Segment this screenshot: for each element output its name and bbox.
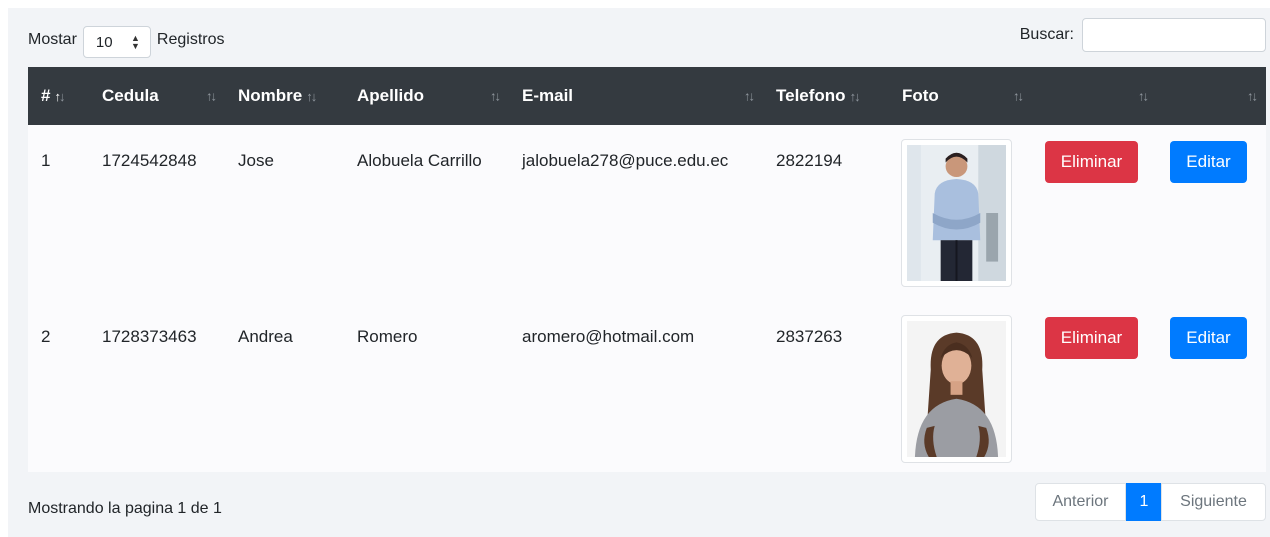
cell-id: 1 — [41, 151, 51, 170]
sort-icon: ↑↓ — [206, 88, 217, 104]
col-header-id[interactable]: # ↑↓ — [28, 67, 89, 125]
cell-email: aromero@hotmail.com — [522, 327, 695, 346]
delete-button[interactable]: Eliminar — [1045, 141, 1138, 183]
col-header-cedula[interactable]: Cedula ↑↓ — [89, 67, 225, 125]
records-per-page-value: 10 — [95, 33, 113, 51]
cell-id: 2 — [41, 327, 51, 346]
user-photo — [901, 315, 1012, 463]
select-arrows-icon: ▲ ▼ — [130, 33, 140, 51]
cell-foto — [889, 125, 1032, 301]
cell-edit: Editar — [1157, 125, 1266, 301]
users-table: # ↑↓ Cedula ↑↓ Nombre ↑↓ Apellido ↑↓ E-m… — [28, 67, 1266, 472]
sort-icon: ↑↓ — [490, 88, 501, 104]
col-header-nombre[interactable]: Nombre ↑↓ — [225, 67, 344, 125]
cell-nombre: Jose — [238, 151, 274, 170]
edit-button[interactable]: Editar — [1170, 141, 1247, 183]
length-prefix-label: Mostar — [28, 31, 77, 48]
cell-telefono: 2822194 — [776, 151, 843, 170]
man-portrait-image — [907, 145, 1006, 281]
col-header-delete[interactable]: ↑↓ — [1032, 67, 1157, 125]
length-suffix-label: Registros — [156, 31, 225, 48]
sort-icon: ↑↓ — [849, 88, 861, 104]
cell-edit: Editar — [1157, 301, 1266, 472]
cell-apellido: Alobuela Carrillo — [357, 151, 482, 170]
woman-portrait-image — [907, 321, 1006, 457]
sort-icon: ↑↓ — [1138, 88, 1149, 104]
col-header-foto[interactable]: Foto ↑↓ — [889, 67, 1032, 125]
cell-delete: Eliminar — [1032, 301, 1157, 472]
pagination-page-1[interactable]: 1 — [1126, 483, 1162, 521]
table-body: 1 1724542848 Jose Alobuela Carrillo jalo… — [28, 125, 1266, 472]
sort-icon: ↑↓ — [1013, 88, 1024, 104]
search-input[interactable] — [1082, 18, 1266, 52]
table-header: # ↑↓ Cedula ↑↓ Nombre ↑↓ Apellido ↑↓ E-m… — [28, 67, 1266, 125]
cell-delete: Eliminar — [1032, 125, 1157, 301]
sort-icon: ↑↓ — [1247, 88, 1258, 104]
cell-foto — [889, 301, 1032, 472]
pagination: Anterior 1 Siguiente — [1035, 483, 1266, 521]
cell-nombre: Andrea — [238, 327, 293, 346]
pagination-prev[interactable]: Anterior — [1035, 483, 1126, 521]
delete-button[interactable]: Eliminar — [1045, 317, 1138, 359]
table-info: Mostrando la pagina 1 de 1 — [28, 500, 222, 517]
records-per-page-select[interactable]: 10 ▲ ▼ — [82, 26, 151, 58]
cell-apellido: Romero — [357, 327, 418, 346]
cell-email: jalobuela278@puce.edu.ec — [522, 151, 729, 170]
search-label: Buscar: — [1019, 26, 1074, 43]
cell-cedula: 1728373463 — [102, 327, 197, 346]
pagination-next[interactable]: Siguiente — [1161, 483, 1266, 521]
cell-telefono: 2837263 — [776, 327, 843, 346]
sort-icon: ↑↓ — [744, 88, 755, 104]
search-control: Buscar: — [1020, 18, 1266, 52]
sort-asc-icon: ↑↓ — [54, 88, 65, 104]
col-header-edit[interactable]: ↑↓ — [1157, 67, 1266, 125]
user-photo — [901, 139, 1012, 287]
col-header-telefono[interactable]: Telefono ↑↓ — [763, 67, 889, 125]
table-row: 2 1728373463 Andrea Romero aromero@hotma… — [28, 301, 1266, 472]
length-control: Mostar 10 ▲ ▼ Registros — [28, 22, 224, 58]
datatable-wrapper: Mostar 10 ▲ ▼ Registros Buscar: # ↑↓ Cedu… — [8, 8, 1270, 537]
cell-cedula: 1724542848 — [102, 151, 197, 170]
edit-button[interactable]: Editar — [1170, 317, 1247, 359]
col-header-apellido[interactable]: Apellido ↑↓ — [344, 67, 509, 125]
sort-icon: ↑↓ — [306, 88, 317, 104]
table-row: 1 1724542848 Jose Alobuela Carrillo jalo… — [28, 125, 1266, 301]
col-header-email[interactable]: E-mail ↑↓ — [509, 67, 763, 125]
